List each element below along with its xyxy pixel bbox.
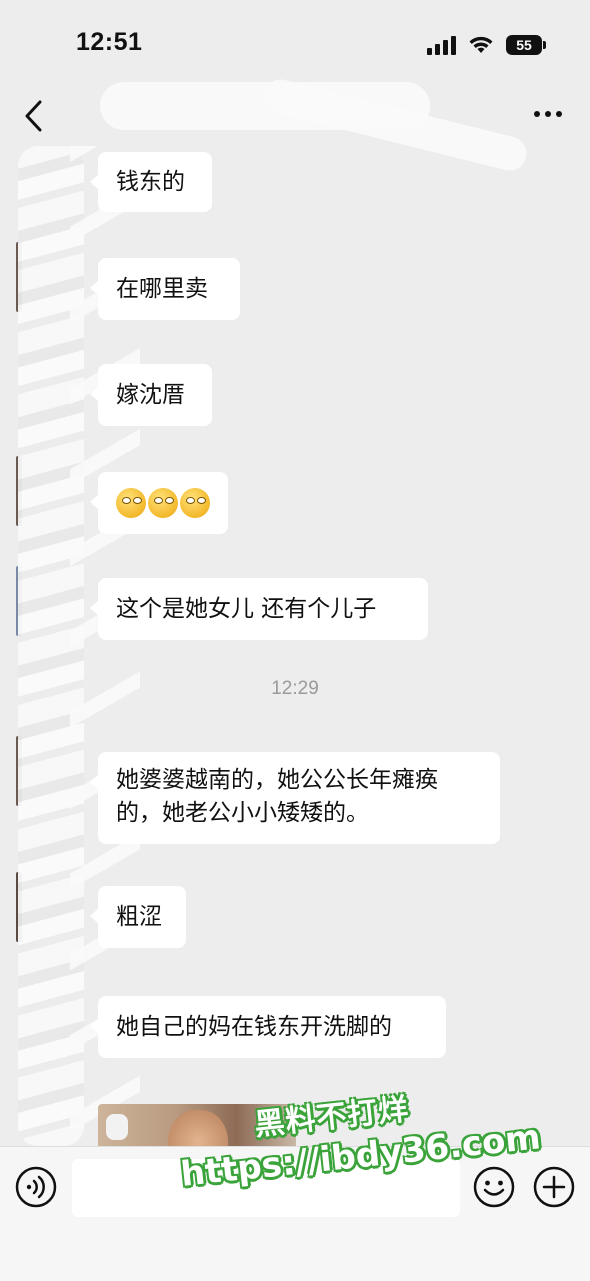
voice-icon[interactable]: [14, 1165, 58, 1209]
message-bubble[interactable]: 在哪里卖: [90, 258, 240, 320]
status-bar: 12:51 55: [0, 0, 590, 88]
message-bubble[interactable]: 她婆婆越南的，她公公长年瘫痪 的，她老公小小矮矮的。: [90, 752, 500, 844]
chat-message-list[interactable]: 钱东的 在哪里卖 嫁沈厝 这个是她女儿 还有个儿子 12:29 她婆婆越南的，她…: [0, 146, 590, 1146]
monocle-face-emoji-icon: [116, 488, 146, 518]
plus-icon[interactable]: [532, 1165, 576, 1209]
photo-face: [168, 1110, 228, 1146]
status-icons: 55: [427, 33, 546, 57]
battery-icon: 55: [506, 35, 546, 55]
message-bubble[interactable]: 钱东的: [90, 152, 212, 212]
message-text-line: 她婆婆越南的，她公公长年瘫痪: [116, 767, 438, 793]
more-options-icon[interactable]: [532, 102, 564, 126]
chat-header: [0, 75, 590, 175]
status-time: 12:51: [76, 28, 143, 56]
message-text-line: 的，她老公小小矮矮的。: [116, 800, 369, 826]
rabbit-sticker-icon: [106, 1114, 128, 1140]
message-bubble[interactable]: 这个是她女儿 还有个儿子: [90, 578, 428, 640]
message-bubble[interactable]: 粗涩: [90, 886, 186, 948]
message-text: 钱东的: [116, 169, 185, 195]
wifi-icon: [469, 36, 493, 53]
back-chevron-icon[interactable]: [22, 98, 46, 134]
emoji-row: [116, 486, 210, 520]
message-bubble[interactable]: 嫁沈厝: [90, 364, 212, 426]
smiley-icon[interactable]: [472, 1165, 516, 1209]
message-timestamp: 12:29: [271, 678, 319, 699]
message-bubble[interactable]: 她自己的妈在钱东开洗脚的: [90, 996, 446, 1058]
message-text: 嫁沈厝: [116, 382, 185, 408]
message-text: 在哪里卖: [116, 276, 208, 302]
monocle-face-emoji-icon: [148, 488, 178, 518]
message-bubble[interactable]: [90, 472, 228, 534]
message-text: 她自己的妈在钱东开洗脚的: [116, 1014, 392, 1040]
cellular-signal-icon: [427, 35, 456, 55]
message-text: 这个是她女儿 还有个儿子: [116, 596, 377, 622]
message-text: 粗涩: [116, 904, 162, 930]
monocle-face-emoji-icon: [180, 488, 210, 518]
